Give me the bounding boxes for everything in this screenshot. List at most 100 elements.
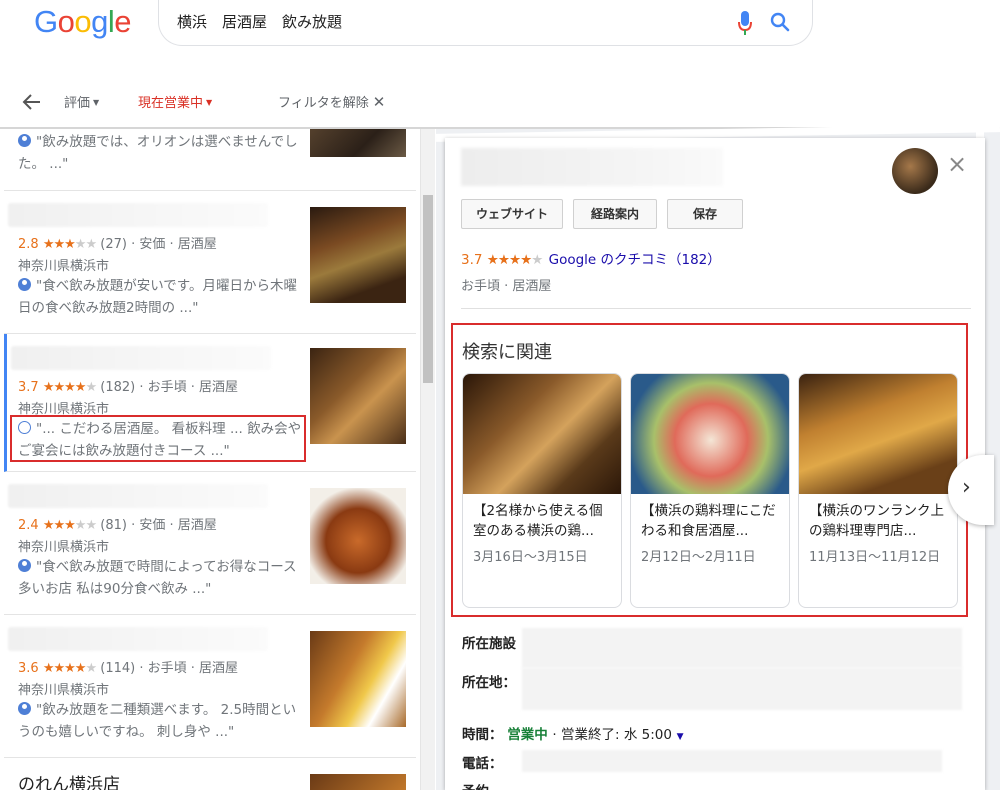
list-item[interactable]: 3.6 ★★★★★ (114) · お手頃 · 居酒屋 神奈川県横浜市 "飲み放…	[4, 615, 416, 758]
restaurant-name[interactable]: のれん横浜店	[18, 770, 120, 790]
list-scrollbar[interactable]	[420, 129, 435, 790]
user-icon	[18, 278, 31, 291]
close-icon[interactable]: ×	[947, 152, 967, 176]
facility-value	[522, 628, 962, 668]
save-button[interactable]: 保存	[667, 199, 743, 229]
review-text: "食べ飲み放題が安いです。月曜日から木曜日の食べ飲み放題2時間の ..."	[18, 278, 297, 316]
star-rating-icon: ★★★★★	[486, 252, 544, 268]
chevron-down-icon: ▼	[93, 98, 100, 107]
user-icon	[18, 559, 31, 572]
post-title: 【横浜のワンランク上の鶏料理専門店...	[809, 503, 944, 539]
star-rating-icon: ★★★★★	[42, 661, 97, 676]
restaurant-photo[interactable]	[310, 129, 406, 157]
price-category: · 安価 · 居酒屋	[131, 237, 217, 252]
back-arrow-icon[interactable]	[22, 92, 42, 112]
user-icon	[18, 702, 31, 715]
hours-row[interactable]: 時間： 営業中 · 営業終了: 水 5:00 ▼	[462, 723, 684, 743]
list-item[interactable]: 2.8 ★★★★★ (27) · 安価 · 居酒屋 神奈川県横浜市 "食べ飲み放…	[4, 191, 416, 334]
website-button[interactable]: ウェブサイト	[461, 199, 563, 229]
review-count: (114)	[100, 661, 136, 676]
restaurant-photo[interactable]	[310, 348, 406, 444]
post-card[interactable]: 【横浜の鶏料理にこだわる和食居酒屋... 2月12日～2月11日	[630, 373, 790, 608]
review-snippet: "飲み放題を二種類選べます。 2.5時間というのも嬉しいですね。 刺し身や ..…	[18, 699, 303, 743]
rating-line: 3.7 ★★★★★ (182) · お手頃 · 居酒屋	[18, 376, 238, 395]
filter-open-now[interactable]: 現在営業中 ▼	[138, 92, 212, 111]
place-category: お手頃 · 居酒屋	[461, 279, 552, 294]
restaurant-name[interactable]	[8, 484, 268, 508]
post-card[interactable]: 【2名様から使える個室のある横浜の鶏... 3月16日～3月15日	[462, 373, 622, 608]
list-item[interactable]: "飲み放題では、オリオンは選べませんでした。 ..."	[4, 129, 416, 191]
review-text: "飲み放題では、オリオンは選べませんでした。 ..."	[18, 134, 298, 172]
highlight-box	[10, 415, 306, 462]
related-section-title: 検索に関連	[462, 342, 552, 363]
restaurant-photo[interactable]	[310, 774, 406, 790]
list-item[interactable]: 2.4 ★★★★★ (81) · 安価 · 居酒屋 神奈川県横浜市 "食べ飲み放…	[4, 472, 416, 615]
rating-score: 3.7	[18, 380, 39, 395]
rating-score: 2.4	[18, 518, 39, 533]
google-logo[interactable]: Google	[34, 4, 132, 40]
star-rating-icon: ★★★★★	[42, 237, 97, 252]
phone-value	[522, 750, 942, 772]
address: 神奈川県横浜市	[18, 259, 110, 274]
detail-rating: 3.7 ★★★★★ Google のクチコミ（182）	[461, 248, 721, 268]
restaurant-photo[interactable]	[310, 631, 406, 727]
restaurant-photo[interactable]	[310, 207, 406, 303]
chevron-down-icon[interactable]: ▼	[677, 732, 684, 742]
filter-open-now-label: 現在営業中	[138, 96, 204, 111]
closing-time: · 営業終了: 水 5:00	[552, 727, 672, 743]
review-text: "飲み放題を二種類選べます。 2.5時間というのも嬉しいですね。 刺し身や ..…	[18, 702, 297, 740]
post-image	[463, 374, 621, 494]
post-image	[799, 374, 957, 494]
address-label: 所在地：	[462, 675, 516, 691]
review-snippet: "食べ飲み放題で時間によってお得なコース多いお店 私は90分食べ飲み ..."	[18, 556, 303, 600]
place-photo[interactable]	[892, 148, 938, 194]
restaurant-name[interactable]	[8, 627, 268, 651]
review-text: "食べ飲み放題で時間によってお得なコース多いお店 私は90分食べ飲み ..."	[18, 559, 297, 597]
phone-label: 電話：	[462, 756, 503, 772]
address: 神奈川県横浜市	[18, 540, 110, 555]
reviews-link[interactable]: Google のクチコミ（182）	[549, 252, 721, 268]
filter-rating[interactable]: 評価 ▼	[64, 92, 99, 111]
search-box[interactable]: 横浜 居酒屋 飲み放題	[158, 0, 813, 46]
place-title	[461, 148, 723, 186]
rating-score: 2.8	[18, 237, 39, 252]
post-date: 3月16日～3月15日	[473, 550, 588, 565]
divider	[461, 308, 971, 309]
price-category: · お手頃 · 居酒屋	[139, 380, 239, 395]
filter-clear[interactable]: フィルタを解除 ✕	[278, 92, 385, 111]
list-item[interactable]: のれん横浜店	[4, 758, 416, 790]
rating-score: 3.7	[461, 252, 483, 268]
review-count: (182)	[100, 380, 136, 395]
facility-label: 所在施設	[462, 636, 516, 652]
filter-clear-label: フィルタを解除	[278, 96, 369, 111]
filter-bar: 評価 ▼ 現在営業中 ▼ フィルタを解除 ✕	[0, 80, 1000, 128]
search-query[interactable]: 横浜 居酒屋 飲み放題	[177, 11, 342, 32]
post-image	[631, 374, 789, 494]
restaurant-name[interactable]	[11, 346, 271, 370]
directions-button[interactable]: 経路案内	[573, 199, 657, 229]
post-card[interactable]: 【横浜のワンランク上の鶏料理専門店... 11月13日～11月12日	[798, 373, 958, 608]
open-status: 営業中	[507, 727, 548, 743]
address: 神奈川県横浜市	[18, 683, 110, 698]
chevron-right-icon: ›	[962, 475, 971, 500]
chevron-down-icon: ▼	[206, 98, 213, 107]
review-snippet: "飲み放題では、オリオンは選べませんでした。 ..."	[18, 131, 303, 175]
review-count: (27)	[100, 237, 127, 252]
price-category: · 安価 · 居酒屋	[131, 518, 217, 533]
address-value	[522, 668, 962, 710]
scrollbar-thumb[interactable]	[423, 195, 433, 383]
user-icon	[18, 134, 31, 147]
search-icon[interactable]	[770, 12, 790, 32]
restaurant-photo[interactable]	[310, 488, 406, 584]
star-rating-icon: ★★★★★	[42, 518, 97, 533]
restaurant-name[interactable]	[8, 203, 268, 227]
microphone-icon[interactable]	[738, 11, 752, 35]
review-snippet: "食べ飲み放題が安いです。月曜日から木曜日の食べ飲み放題2時間の ..."	[18, 275, 303, 319]
post-title: 【横浜の鶏料理にこだわる和食居酒屋...	[641, 503, 776, 539]
price-category: · お手頃 · 居酒屋	[139, 661, 239, 676]
post-date: 2月12日～2月11日	[641, 550, 756, 565]
rating-line: 2.8 ★★★★★ (27) · 安価 · 居酒屋	[18, 233, 217, 252]
filter-rating-label: 評価	[64, 96, 91, 111]
post-date: 11月13日～11月12日	[809, 550, 941, 565]
rating-score: 3.6	[18, 661, 39, 676]
